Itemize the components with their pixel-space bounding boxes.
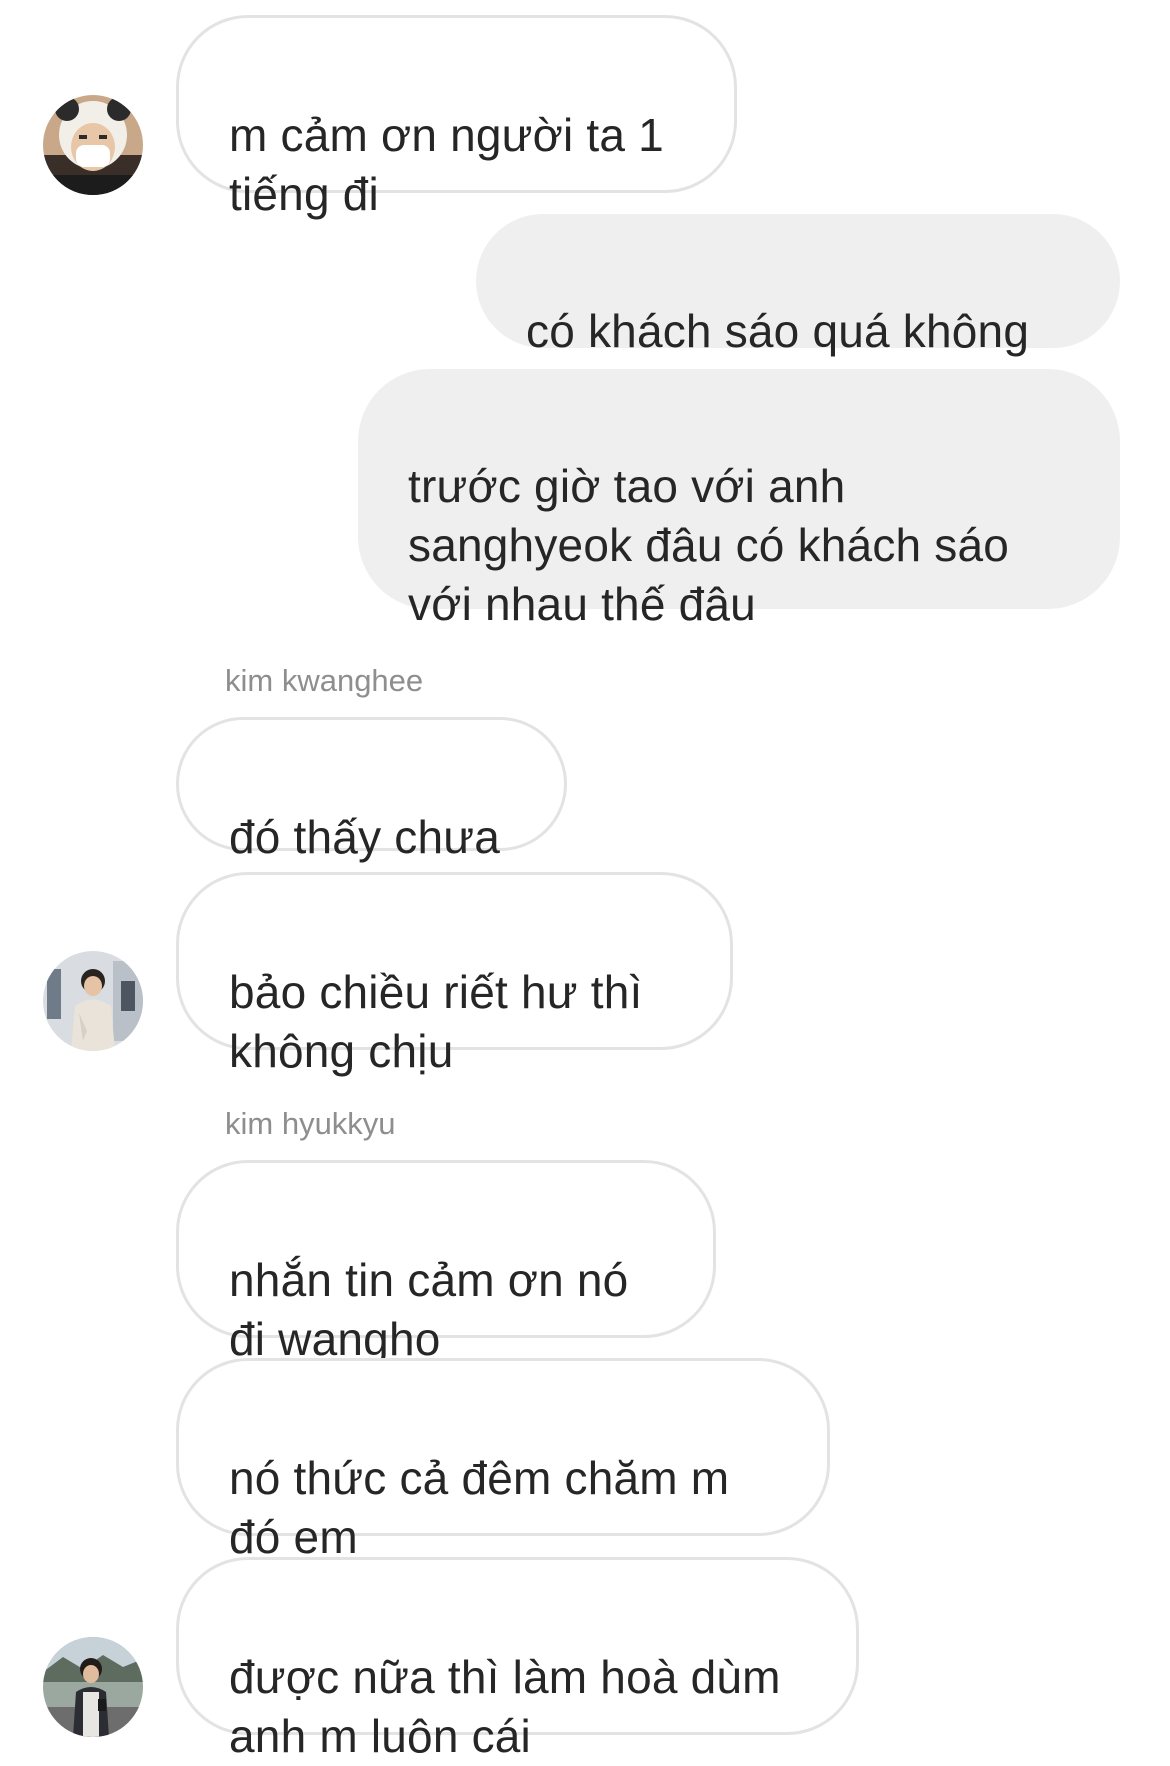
avatar-sender-2[interactable] <box>43 951 143 1051</box>
avatar-sender-3[interactable] <box>43 1637 143 1737</box>
message-bubble-6[interactable]: nhắn tin cảm ơn nó đi wangho <box>176 1160 716 1365</box>
message-bubble-8[interactable]: được nữa thì làm hoà dùm anh m luôn cái <box>176 1557 859 1762</box>
message-bubble-7[interactable]: nó thức cả đêm chăm m đó em <box>176 1358 830 1563</box>
message-bubble-1[interactable]: m cảm ơn người ta 1 tiếng đi <box>176 15 737 220</box>
sender-name-hyukkyu: kim hyukkyu <box>225 1106 396 1141</box>
sender-name-kwanghee: kim kwanghee <box>225 663 424 698</box>
message-text: được nữa thì làm hoà dùm anh m luôn cái <box>229 1651 781 1762</box>
avatar-sender-1[interactable] <box>43 95 143 195</box>
message-text: trước giờ tao với anh sanghyeok đâu có k… <box>408 460 1010 630</box>
message-text: bảo chiều riết hư thì không chịu <box>229 966 643 1077</box>
message-text: nhắn tin cảm ơn nó đi wangho <box>229 1254 629 1365</box>
message-bubble-2[interactable]: có khách sáo quá không <box>476 214 1120 357</box>
message-text: đó thấy chưa <box>229 811 501 863</box>
message-text: có khách sáo quá không <box>526 305 1030 357</box>
message-bubble-4[interactable]: đó thấy chưa <box>176 717 567 863</box>
message-bubble-3[interactable]: trước giờ tao với anh sanghyeok đâu có k… <box>358 369 1120 630</box>
message-text: nó thức cả đêm chăm m đó em <box>229 1452 730 1563</box>
message-bubble-5[interactable]: bảo chiều riết hư thì không chịu <box>176 872 733 1077</box>
message-text: m cảm ơn người ta 1 tiếng đi <box>229 109 664 220</box>
